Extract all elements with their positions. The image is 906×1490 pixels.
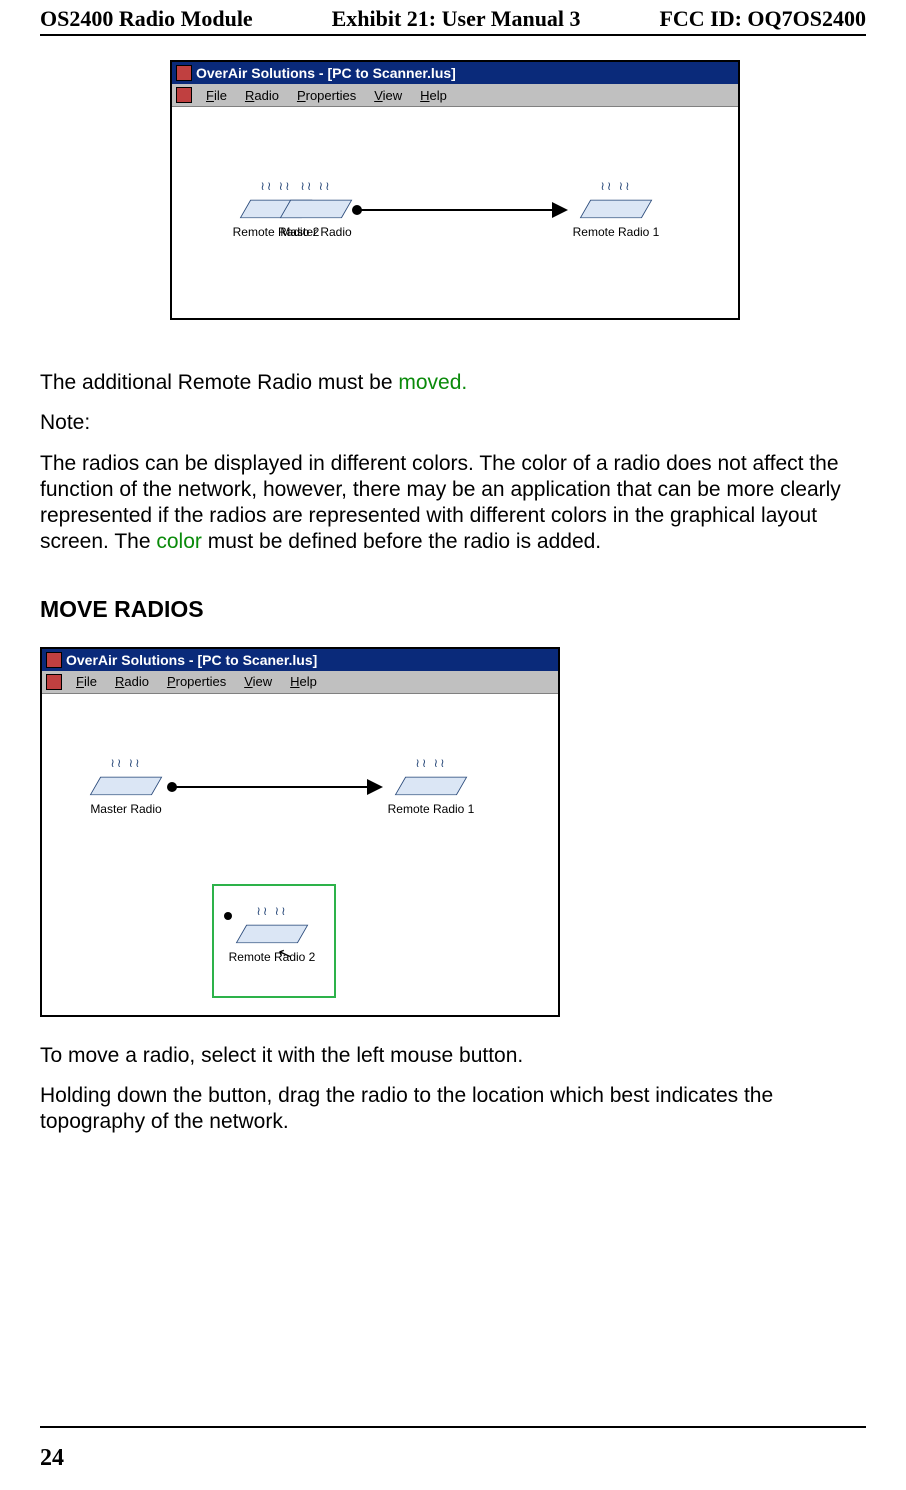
radio-icon: [580, 200, 653, 218]
radio-icon: [236, 924, 309, 942]
text-fragment: The additional Remote Radio must be: [40, 371, 398, 394]
arrowhead-icon: [367, 779, 383, 795]
antenna-icon: ≀≀ ≀≀: [256, 904, 287, 918]
section-heading-move-radios: MOVE RADIOS: [40, 596, 866, 623]
canvas-2[interactable]: ≀≀ ≀≀ Master Radio ≀≀ ≀≀ Remote Radio 1 …: [42, 694, 558, 1016]
paragraph-drag: Holding down the button, drag the radio …: [40, 1083, 866, 1136]
menu-view[interactable]: View: [366, 88, 410, 103]
antenna-icon: ≀≀ ≀≀: [110, 756, 141, 770]
canvas-1[interactable]: ≀≀ ≀≀ Remote Radio 2 ≀≀ ≀≀ Master Radio …: [172, 107, 738, 319]
menubar-1: File Radio Properties View Help: [172, 84, 738, 107]
connection-dot: [224, 912, 232, 920]
radio-remote1-a[interactable]: ≀≀ ≀≀ Remote Radio 1: [572, 197, 660, 239]
titlebar-2: OverAir Solutions - [PC to Scaner.lus]: [42, 649, 558, 671]
antenna-icon: ≀≀ ≀≀: [415, 756, 446, 770]
app-window-2: OverAir Solutions - [PC to Scaner.lus] F…: [40, 647, 560, 1017]
radio-remote2-selected[interactable]: ≀≀ ≀≀ Remote Radio 2: [228, 922, 316, 964]
link-moved[interactable]: moved.: [398, 371, 467, 394]
paragraph-moved: The additional Remote Radio must be move…: [40, 370, 866, 396]
menu-help[interactable]: Help: [412, 88, 455, 103]
header-center: Exhibit 21: User Manual 3: [332, 6, 581, 32]
window-title-2: OverAir Solutions - [PC to Scaner.lus]: [66, 649, 317, 671]
radio-icon: [280, 200, 353, 218]
menubar-icon: [176, 87, 192, 103]
paragraph-colors: The radios can be displayed in different…: [40, 451, 866, 556]
menu-file[interactable]: File: [198, 88, 235, 103]
radio-label-remote2b: Remote Radio 2: [228, 950, 316, 964]
radio-remote1-b[interactable]: ≀≀ ≀≀ Remote Radio 1: [387, 774, 475, 816]
footer-rule: [40, 1426, 866, 1428]
radio-icon: [90, 776, 163, 794]
menubar-icon: [46, 674, 62, 690]
radio-label-masterb: Master Radio: [82, 802, 170, 816]
radio-label-remote1b: Remote Radio 1: [387, 802, 475, 816]
radio-master-b[interactable]: ≀≀ ≀≀ Master Radio: [82, 774, 170, 816]
radio-icon: [395, 776, 468, 794]
app-window-1: OverAir Solutions - [PC to Scanner.lus] …: [170, 60, 740, 320]
menu-view-2[interactable]: View: [236, 674, 280, 689]
arrowhead-icon: [552, 202, 568, 218]
window-title-1: OverAir Solutions - [PC to Scanner.lus]: [196, 62, 456, 84]
link-color[interactable]: color: [156, 530, 202, 553]
antenna-icon: ≀≀ ≀≀: [260, 179, 291, 193]
radio-label-mastera: Master Radio: [272, 225, 360, 239]
radio-master-overlap[interactable]: ≀≀ ≀≀ Master Radio: [272, 197, 360, 239]
menu-properties[interactable]: Properties: [289, 88, 364, 103]
header-right: FCC ID: OQ7OS2400: [659, 6, 866, 32]
connection-line-2: [172, 786, 372, 788]
menubar-2: File Radio Properties View Help: [42, 671, 558, 694]
header-rule: [40, 34, 866, 36]
paragraph-select: To move a radio, select it with the left…: [40, 1043, 866, 1069]
menu-radio-2[interactable]: Radio: [107, 674, 157, 689]
antenna-icon: ≀≀ ≀≀: [600, 179, 631, 193]
app-icon: [176, 65, 192, 81]
menu-help-2[interactable]: Help: [282, 674, 325, 689]
header-left: OS2400 Radio Module: [40, 6, 253, 32]
note-label: Note:: [40, 410, 866, 436]
menu-file-2[interactable]: File: [68, 674, 105, 689]
titlebar-1: OverAir Solutions - [PC to Scanner.lus]: [172, 62, 738, 84]
page-number: 24: [40, 1445, 64, 1472]
menu-properties-2[interactable]: Properties: [159, 674, 234, 689]
app-icon: [46, 652, 62, 668]
connection-line-1: [357, 209, 557, 211]
text-fragment: must be defined before the radio is adde…: [202, 530, 601, 553]
radio-label-remote1a: Remote Radio 1: [572, 225, 660, 239]
menu-radio[interactable]: Radio: [237, 88, 287, 103]
antenna-icon: ≀≀ ≀≀: [300, 179, 331, 193]
